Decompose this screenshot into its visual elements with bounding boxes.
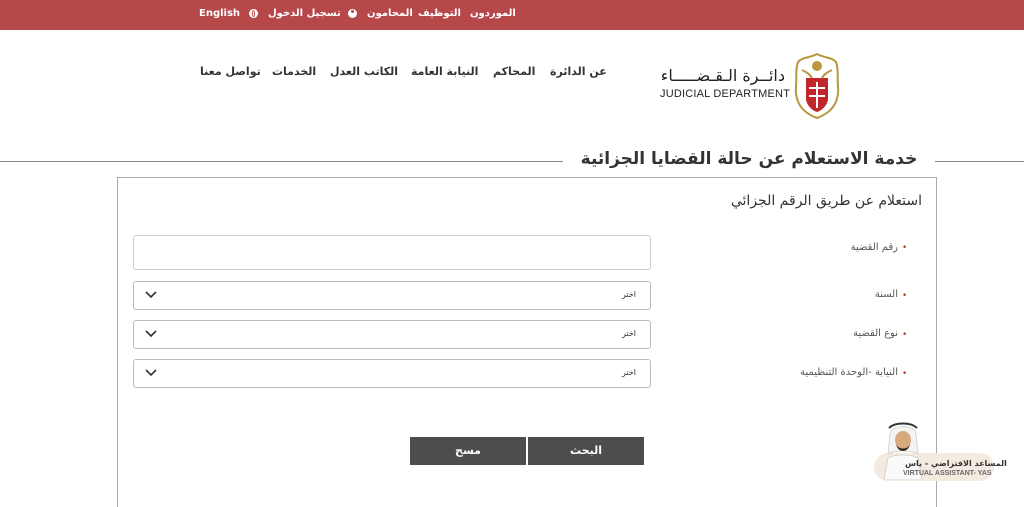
login-link[interactable]: تسجيل الدخول	[268, 8, 358, 19]
assistant-english-label: VIRTUAL ASSISTANT- YAS	[903, 470, 992, 477]
year-label: السنة	[874, 289, 898, 300]
year-select[interactable]: اختر	[133, 281, 651, 310]
search-button[interactable]: البحث	[528, 437, 644, 465]
clear-button[interactable]: مسح	[410, 437, 526, 465]
nav-courts[interactable]: المحاكم	[493, 65, 535, 78]
falcon-emblem-icon[interactable]	[792, 52, 842, 120]
case-type-selected-value: اختر	[622, 329, 636, 338]
english-label: English	[199, 8, 241, 19]
chevron-down-icon	[145, 291, 157, 299]
nav-contact[interactable]: تواصل معنا	[200, 65, 261, 78]
prosecution-unit-selected-value: اختر	[622, 368, 636, 377]
page-title: خدمة الاستعلام عن حالة القضايا الجزائية	[580, 149, 918, 169]
logo-arabic-text: دائــرة الـقـضـــــاء	[660, 66, 785, 85]
case-number-label: رقم القضية	[850, 242, 898, 253]
prosecution-unit-select[interactable]: اختر	[133, 359, 651, 388]
required-marker: •	[902, 243, 908, 253]
logo-english-text: JUDICIAL DEPARTMENT	[660, 88, 791, 100]
title-divider-left	[0, 161, 563, 162]
title-divider-right	[935, 161, 1024, 162]
globe-icon	[248, 8, 258, 18]
careers-link[interactable]: التوظيف	[418, 8, 461, 19]
suppliers-link[interactable]: الموردون	[470, 8, 516, 19]
case-type-label: نوع القضية	[852, 328, 898, 339]
chevron-down-icon	[145, 330, 157, 338]
login-label: تسجيل الدخول	[268, 8, 341, 19]
assistant-arabic-label: المساعد الافتراضي - ياس	[905, 459, 1007, 468]
nav-about[interactable]: عن الدائرة	[550, 65, 607, 78]
nav-prosecution[interactable]: النيابة العامة	[411, 65, 478, 78]
year-selected-value: اختر	[622, 290, 636, 299]
required-marker: •	[902, 291, 908, 301]
form-subtitle: استعلام عن طريق الرقم الجزائي	[730, 193, 922, 209]
lawyers-link[interactable]: المحامون	[367, 8, 413, 19]
chevron-down-icon	[145, 369, 157, 377]
user-icon	[348, 8, 358, 18]
required-marker: •	[902, 330, 908, 340]
case-number-input[interactable]	[133, 235, 651, 270]
required-marker: •	[902, 369, 908, 379]
nav-services[interactable]: الخدمات	[272, 65, 316, 78]
nav-notary[interactable]: الكاتب العدل	[330, 65, 398, 78]
language-switch-link[interactable]: English	[199, 8, 258, 19]
prosecution-unit-label: النيابة -الوحدة التنظيمية	[800, 367, 898, 378]
case-type-select[interactable]: اختر	[133, 320, 651, 349]
top-bar: English تسجيل الدخول المحامون التوظيف ال…	[0, 0, 1024, 30]
